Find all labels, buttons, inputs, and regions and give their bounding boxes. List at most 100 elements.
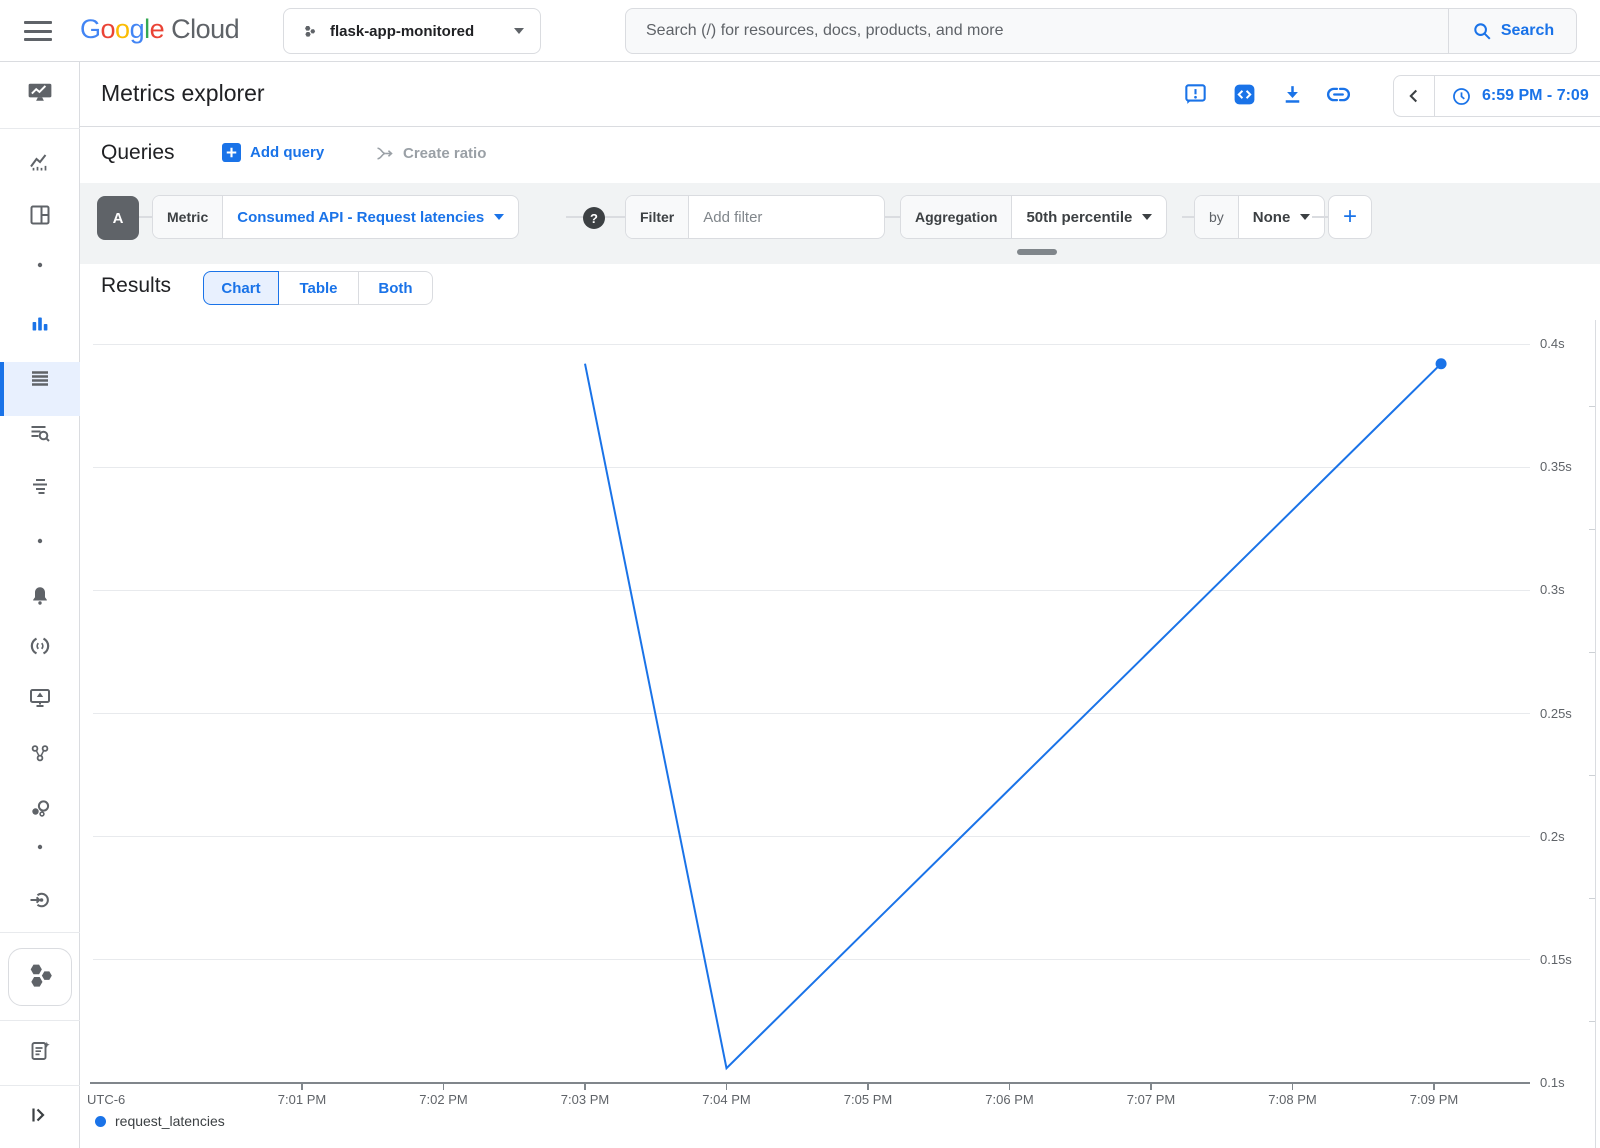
create-ratio-button[interactable]: Create ratio: [374, 143, 486, 164]
google-cloud-logo: GoogleCloud: [80, 14, 239, 45]
services-icon: [28, 634, 52, 663]
google-wordmark: Google: [80, 14, 164, 44]
merge-arrow-icon: [374, 143, 395, 164]
metric-label: Metric: [153, 196, 223, 238]
results-heading: Results: [101, 274, 171, 298]
chart-plot-area[interactable]: [0, 320, 1600, 1148]
code-icon[interactable]: [1223, 73, 1265, 115]
sidebar-item-monitoring-logo[interactable]: [0, 71, 80, 119]
link-icon[interactable]: [1317, 73, 1359, 115]
series-end-dot[interactable]: [1436, 358, 1447, 369]
logo-letter: o: [115, 14, 130, 44]
sidebar-item-tune[interactable]: [0, 464, 80, 512]
chevron-down-icon: [514, 28, 524, 34]
view-toggle: Chart Table Both: [203, 271, 433, 305]
dashboards-icon: [28, 203, 52, 232]
query-builder: A Metric Consumed API - Request latencie…: [80, 183, 1600, 264]
sidebar-item-dashboards[interactable]: [0, 193, 80, 241]
project-name: flask-app-monitored: [330, 23, 474, 40]
sidebar-item-stacked-lines[interactable]: [0, 356, 80, 404]
timezone-label: UTC-6: [87, 1092, 125, 1107]
legend-color-dot: [95, 1116, 106, 1127]
sidebar-item-hexagon-cluster[interactable]: [8, 948, 72, 1006]
queries-heading: Queries: [101, 141, 175, 165]
aggregation-selector[interactable]: Aggregation 50th percentile: [900, 195, 1167, 239]
sidebar-item-bell[interactable]: [0, 574, 80, 622]
hamburger-menu-icon[interactable]: [24, 21, 52, 41]
page-title: Metrics explorer: [101, 80, 265, 107]
sidebar-divider: [0, 1020, 80, 1021]
doc-sparkle-icon: [28, 1039, 52, 1068]
project-selector[interactable]: flask-app-monitored: [283, 8, 541, 54]
series-line[interactable]: [585, 364, 1441, 1068]
group-by-selector[interactable]: by None: [1194, 195, 1325, 239]
sidebar-nav: [0, 62, 80, 1148]
add-aggregation-button[interactable]: +: [1328, 195, 1372, 239]
connector: [566, 216, 583, 218]
chevron-down-icon: [1142, 214, 1152, 220]
sidebar-item-dot: [0, 519, 80, 567]
logs-search-icon: [28, 421, 52, 450]
plus-square-icon: [222, 143, 241, 162]
topology-icon: [28, 741, 52, 770]
sidebar-item-doc-sparkle[interactable]: [0, 1029, 80, 1077]
tab-both[interactable]: Both: [359, 271, 433, 305]
dot-icon: [28, 835, 52, 864]
search-input[interactable]: [626, 9, 1448, 53]
chevron-down-icon: [1300, 214, 1310, 220]
sidebar-item-uptime-monitor[interactable]: [0, 676, 80, 724]
filter-input[interactable]: [703, 209, 863, 226]
sidebar-item-services[interactable]: [0, 624, 80, 672]
latency-chart: 0.4s0.35s0.3s0.25s0.2s0.15s0.1s7:01 PM7:…: [0, 320, 1600, 1148]
aggregation-value: 50th percentile: [1026, 209, 1132, 226]
by-value: None: [1253, 209, 1291, 226]
tune-icon: [28, 474, 52, 503]
help-icon[interactable]: ?: [583, 207, 605, 229]
connector: [1182, 216, 1194, 218]
uptime-monitor-icon: [28, 686, 52, 715]
logo-letter: e: [150, 14, 165, 44]
connector: [885, 216, 900, 218]
sidebar-divider: [0, 1085, 80, 1086]
sidebar-item-topology[interactable]: [0, 731, 80, 779]
sidebar-item-dot: [0, 243, 80, 291]
dot-icon: [28, 253, 52, 282]
download-icon[interactable]: [1271, 73, 1313, 115]
tab-chart[interactable]: Chart: [203, 271, 279, 305]
search-button[interactable]: Search: [1448, 9, 1576, 53]
sidebar-item-bar-chart-selected[interactable]: [0, 302, 80, 350]
feedback-icon[interactable]: [1174, 73, 1216, 115]
time-range-picker[interactable]: 6:59 PM - 7:09: [1393, 75, 1600, 117]
connector: [1312, 216, 1328, 218]
chart-legend: request_latencies: [95, 1113, 225, 1129]
sidebar-item-line-chart[interactable]: [0, 140, 80, 188]
tab-table[interactable]: Table: [279, 271, 359, 305]
logo-letter: G: [80, 14, 101, 44]
by-label: by: [1195, 196, 1239, 238]
search-icon: [1471, 20, 1493, 42]
clock-icon: [1451, 86, 1472, 107]
sidebar-item-logs-search[interactable]: [0, 411, 80, 459]
add-query-button[interactable]: Add query: [222, 143, 324, 162]
metric-value: Consumed API - Request latencies: [237, 209, 484, 226]
time-range-value: 6:59 PM - 7:09: [1482, 87, 1589, 105]
create-ratio-label: Create ratio: [403, 145, 486, 162]
metric-selector[interactable]: Metric Consumed API - Request latencies: [152, 195, 519, 239]
chevron-left-icon[interactable]: [1394, 85, 1434, 107]
query-letter-badge[interactable]: A: [97, 196, 139, 240]
sidebar-item-data-arrow[interactable]: [0, 878, 80, 926]
search-button-label: Search: [1501, 22, 1554, 40]
connector: [605, 216, 625, 218]
monitoring-logo-icon: [25, 80, 55, 111]
resize-drag-handle[interactable]: [1017, 249, 1057, 255]
page-header: Metrics explorer 6:59 PM - 7:09: [80, 62, 1600, 127]
add-query-label: Add query: [250, 144, 324, 161]
expand-panel-icon: [28, 1103, 52, 1132]
circles-icon: [28, 796, 52, 825]
project-hexagons-icon: [300, 22, 319, 40]
line-chart-icon: [28, 150, 52, 179]
filter-field[interactable]: Filter: [625, 195, 885, 239]
filter-label: Filter: [626, 196, 689, 238]
sidebar-item-expand-panel[interactable]: [0, 1093, 80, 1141]
data-arrow-icon: [28, 888, 52, 917]
